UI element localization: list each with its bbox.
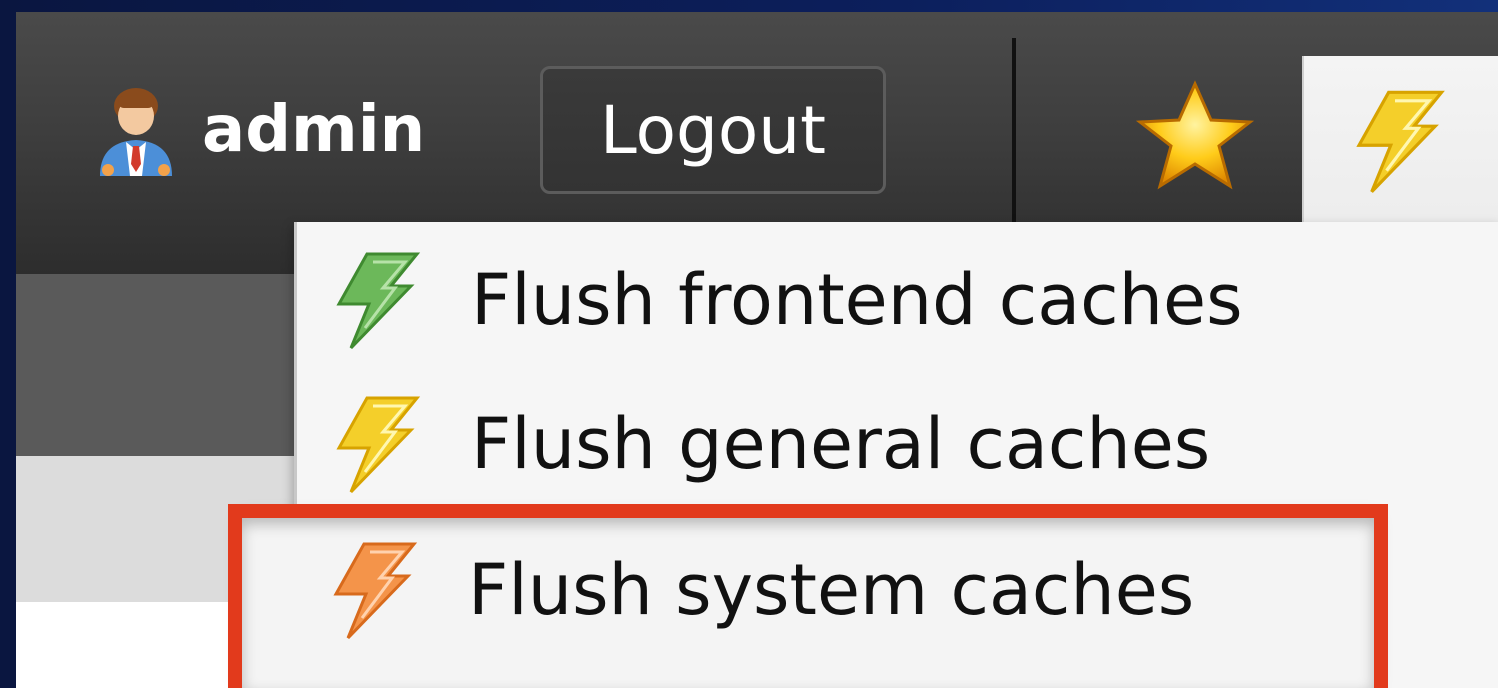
menu-item-label: Flush system caches: [468, 549, 1195, 631]
menu-item-flush-system-caches[interactable]: Flush system caches: [296, 520, 1376, 660]
username-label: admin: [202, 93, 426, 167]
lightning-green-icon: [336, 252, 421, 350]
menu-item-flush-general-caches[interactable]: Flush general caches: [297, 374, 1498, 514]
lightning-yellow-icon: [336, 396, 421, 494]
toolbar-divider: [1012, 38, 1016, 224]
lightning-icon: [1356, 90, 1445, 193]
lightning-orange-icon: [333, 542, 418, 640]
logout-button[interactable]: Logout: [540, 66, 886, 194]
screen: admin Logout Flush frontend caches Flush…: [0, 0, 1498, 688]
user-menu[interactable]: admin: [86, 80, 425, 180]
menu-item-label: Flush general caches: [471, 403, 1211, 485]
star-icon[interactable]: [1130, 76, 1260, 200]
user-avatar-icon: [100, 88, 172, 176]
menu-item-flush-frontend-caches[interactable]: Flush frontend caches: [297, 230, 1498, 370]
menu-item-label: Flush frontend caches: [471, 259, 1243, 341]
clear-cache-tab[interactable]: [1302, 56, 1498, 236]
